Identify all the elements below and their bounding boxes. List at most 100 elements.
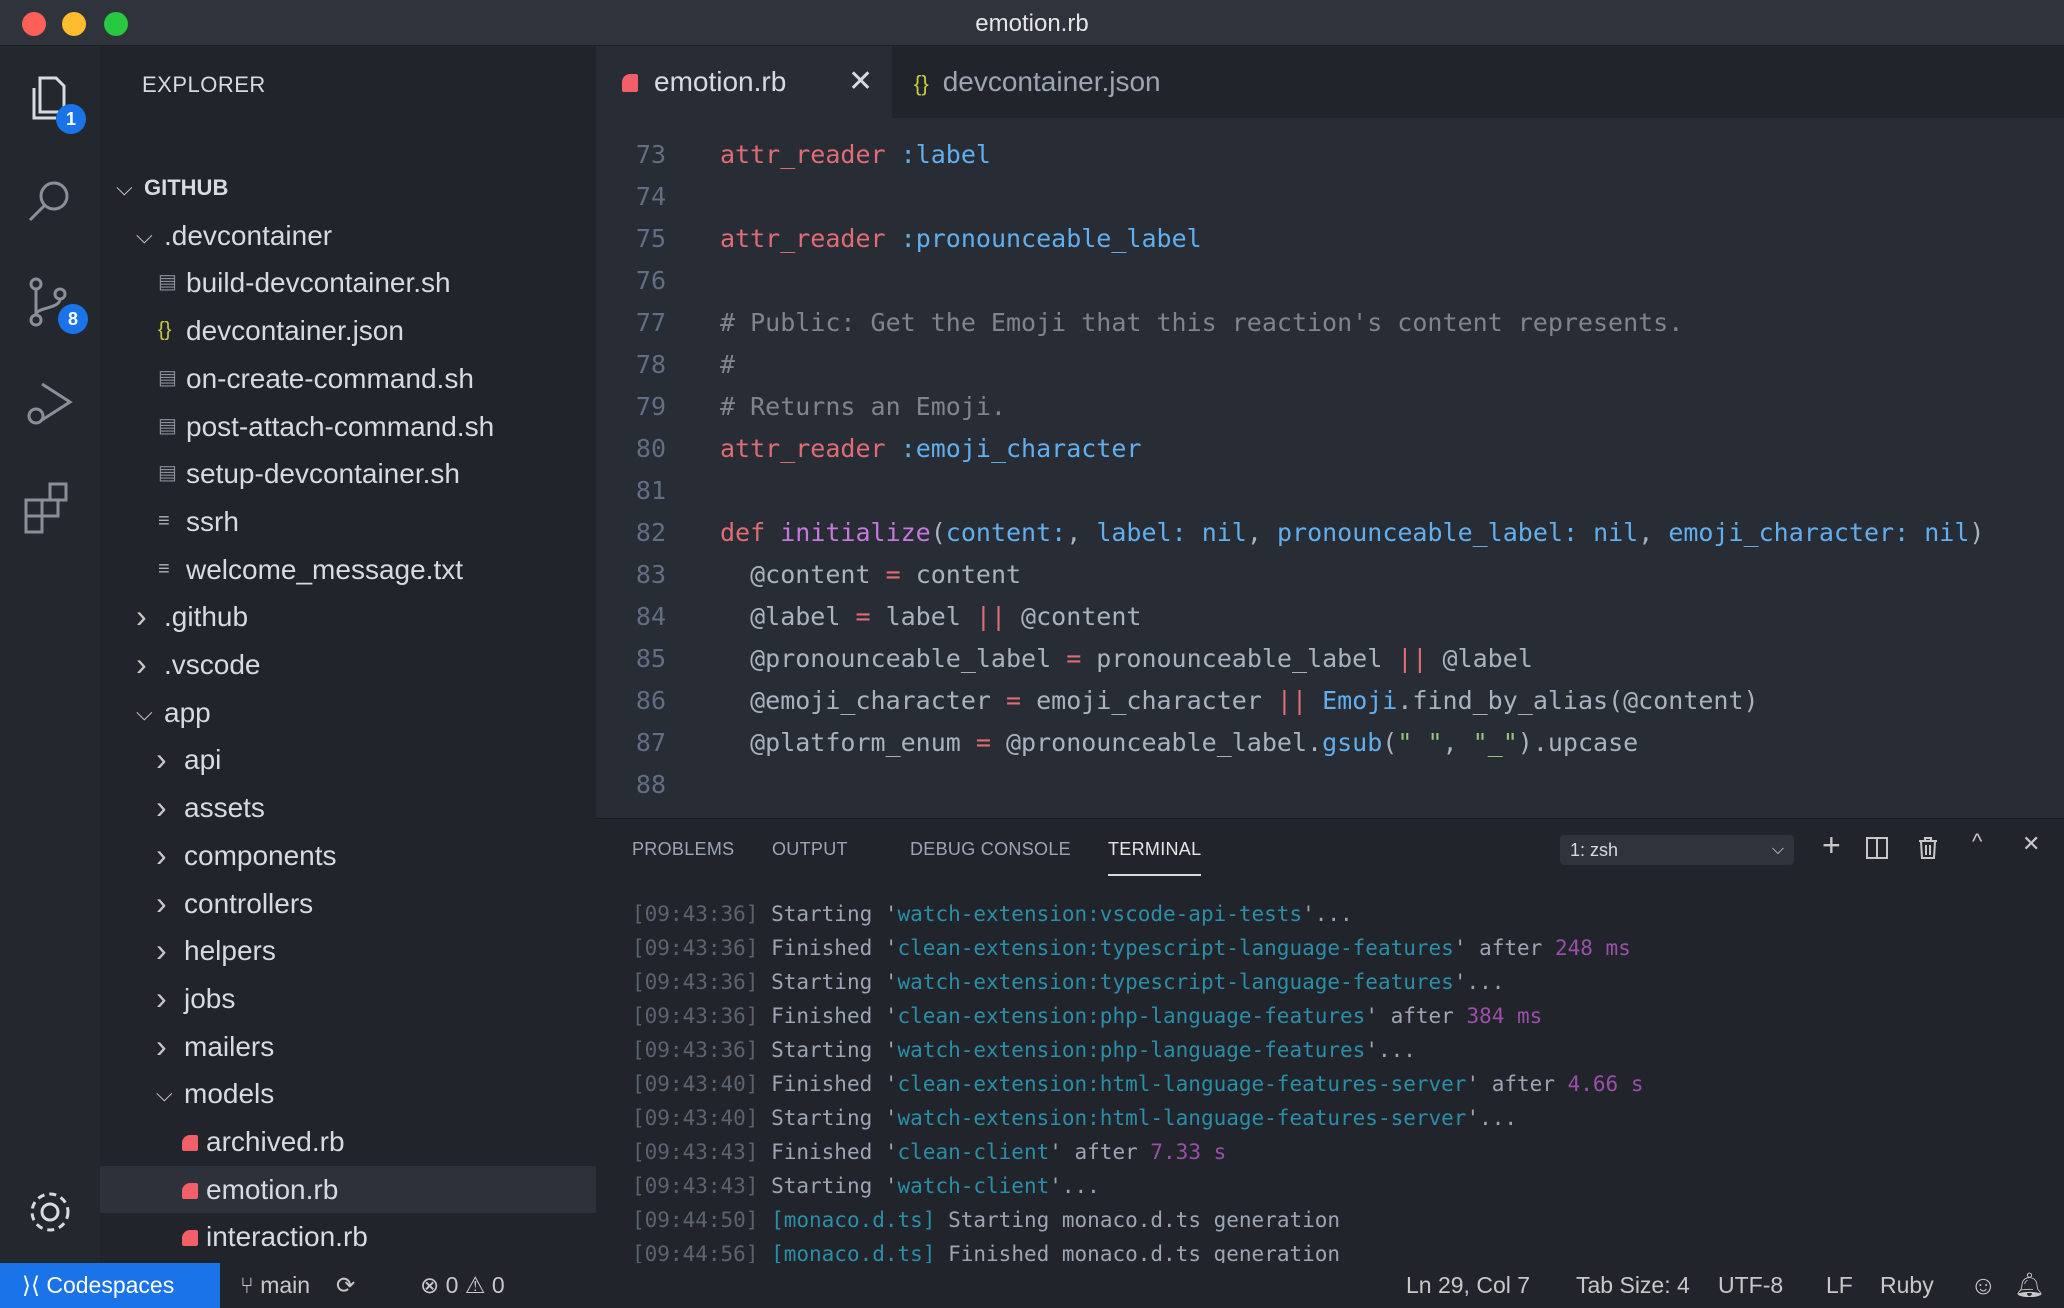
- tree-item[interactable]: ⌵ app: [100, 689, 596, 736]
- code-token: ,: [1442, 728, 1473, 757]
- feedback-smiley-icon[interactable]: ☺: [1970, 1263, 1997, 1308]
- chevron-down-icon: ⌵: [156, 1081, 173, 1107]
- code-token: =: [975, 728, 991, 757]
- terminal-token: Finished ': [758, 936, 898, 960]
- tree-item[interactable]: ▤ post-attach-command.sh: [100, 403, 596, 450]
- code-token: @content: [1006, 602, 1142, 631]
- remote-codespaces-button[interactable]: ⟩⟨ Codespaces: [0, 1263, 220, 1308]
- code-token: label:: [1096, 518, 1187, 547]
- tree-item[interactable]: {} devcontainer.json: [100, 307, 596, 354]
- trash-icon[interactable]: [1918, 835, 1938, 866]
- cursor-position[interactable]: Ln 29, Col 7: [1406, 1263, 1530, 1308]
- terminal-token: Finished ': [758, 1072, 898, 1096]
- tree-item[interactable]: emotion.rb: [100, 1165, 596, 1213]
- tab-output[interactable]: OUTPUT: [772, 839, 848, 860]
- tree-item[interactable]: › controllers: [100, 880, 596, 927]
- tab-label: emotion.rb: [654, 66, 787, 97]
- code-line: 82 def initialize(content:, label: nil, p…: [596, 512, 2064, 554]
- close-tab-icon[interactable]: ✕: [848, 46, 873, 118]
- code-text: @pronounceable_label = pronounceable_lab…: [720, 638, 1533, 680]
- tree-item[interactable]: › assets: [100, 784, 596, 831]
- tree-item-label: helpers: [184, 935, 276, 967]
- tab-terminal[interactable]: TERMINAL: [1108, 839, 1202, 876]
- tree-item[interactable]: ≡ welcome_message.txt: [100, 546, 596, 593]
- chevron-right-icon: ›: [156, 1027, 167, 1064]
- tree-item[interactable]: › components: [100, 832, 596, 879]
- terminal-token: clean-extension:php-language-features: [897, 1004, 1366, 1028]
- terminal-select[interactable]: 1: zsh ⌵: [1560, 835, 1794, 865]
- tree-item[interactable]: › .github: [100, 593, 596, 640]
- settings-gear-icon[interactable]: [22, 1184, 78, 1240]
- line-number: 86: [635, 686, 666, 715]
- code-line: 78 #: [596, 344, 2064, 386]
- tab-size[interactable]: Tab Size: 4: [1576, 1263, 1690, 1308]
- code-token: ,: [1638, 518, 1669, 547]
- problems-button[interactable]: ⊗ 0 ⚠ 0: [420, 1263, 505, 1308]
- code-token: .find_by_alias(@content): [1397, 686, 1759, 715]
- line-ending[interactable]: LF: [1826, 1263, 1853, 1308]
- tree-item[interactable]: ⌵ GITHUB: [100, 164, 596, 211]
- tree-item[interactable]: ▤ build-devcontainer.sh: [100, 259, 596, 306]
- terminal-line: [09:43:43] Starting 'watch-client'...: [632, 1169, 1100, 1203]
- line-number: 88: [635, 770, 666, 799]
- terminal-token: Starting ': [758, 1038, 898, 1062]
- extensions-icon[interactable]: [22, 478, 78, 534]
- tree-item[interactable]: ▤ setup-devcontainer.sh: [100, 450, 596, 497]
- tree-item[interactable]: ⌵ .devcontainer: [100, 212, 596, 259]
- tree-item-label: post-attach-command.sh: [186, 410, 495, 442]
- chevron-down-icon: ⌵: [136, 699, 153, 725]
- chevron-down-icon: ⌵: [136, 222, 153, 248]
- maximize-panel-icon[interactable]: ^: [1972, 829, 1982, 855]
- code-text: # Returns an Emoji.: [720, 386, 1006, 428]
- close-panel-icon[interactable]: ✕: [2022, 831, 2040, 857]
- rb-file-icon: [182, 1182, 198, 1199]
- sync-icon[interactable]: ⟳: [336, 1263, 355, 1308]
- terminal-token: [09:43:40]: [632, 1072, 759, 1096]
- language-mode[interactable]: Ruby: [1880, 1263, 1934, 1308]
- terminal-line: [09:43:36] Starting 'watch-extension:php…: [632, 1033, 1416, 1067]
- code-token: @label: [720, 602, 856, 631]
- tree-item[interactable]: archived.rb: [100, 1118, 596, 1165]
- line-number: 81: [635, 476, 666, 505]
- remote-label: Codespaces: [46, 1272, 175, 1298]
- tab-problems[interactable]: PROBLEMS: [632, 839, 734, 860]
- terminal-token: '...: [1365, 1038, 1416, 1062]
- tab-emotion-rb[interactable]: emotion.rb ✕: [596, 46, 892, 118]
- tab-devcontainer-json[interactable]: {} devcontainer.json: [914, 46, 1161, 118]
- line-number: 77: [635, 308, 666, 337]
- tree-item[interactable]: › mailers: [100, 1023, 596, 1070]
- code-token: ,: [1246, 518, 1277, 547]
- notifications-bell-icon[interactable]: 🔔︎: [2014, 1263, 2044, 1308]
- code-line: 75 attr_reader :pronounceable_label: [596, 218, 2064, 260]
- search-icon[interactable]: [22, 174, 78, 230]
- tree-item[interactable]: ⌵ models: [100, 1070, 596, 1117]
- explorer-icon[interactable]: 1: [22, 72, 86, 134]
- split-terminal-icon[interactable]: [1866, 835, 1888, 866]
- tab-debug-console[interactable]: DEBUG CONSOLE: [910, 839, 1071, 860]
- code-text: attr_reader :label: [720, 134, 991, 176]
- code-token: attr_reader: [720, 140, 886, 169]
- new-terminal-icon[interactable]: +: [1822, 827, 1841, 864]
- code-line: 76: [596, 260, 2064, 302]
- tree-item[interactable]: › .vscode: [100, 641, 596, 688]
- code-token: nil: [1593, 518, 1639, 547]
- terminal-token: Finished ': [758, 1004, 898, 1028]
- tree-item[interactable]: › helpers: [100, 927, 596, 974]
- code-token: :pronounceable_label: [900, 224, 1202, 253]
- code-line: 85 @pronounceable_label = pronounceable_…: [596, 638, 2064, 680]
- tab-label: devcontainer.json: [942, 66, 1161, 97]
- source-control-icon[interactable]: 8: [22, 274, 88, 334]
- tree-item[interactable]: interaction.rb: [100, 1213, 596, 1260]
- encoding[interactable]: UTF-8: [1718, 1263, 1783, 1308]
- branch-button[interactable]: ⑂ main: [240, 1263, 310, 1308]
- tree-item[interactable]: ≡ ssrh: [100, 498, 596, 545]
- run-debug-icon[interactable]: [22, 376, 78, 432]
- tree-item[interactable]: › jobs: [100, 975, 596, 1022]
- editor: emotion.rb ✕ {} devcontainer.json 73 attr_…: [596, 46, 2064, 818]
- tree-item[interactable]: ▤ on-create-command.sh: [100, 355, 596, 402]
- tree-item[interactable]: › api: [100, 736, 596, 783]
- chevron-right-icon: ›: [156, 932, 167, 969]
- code-token: ).upcase: [1517, 728, 1639, 757]
